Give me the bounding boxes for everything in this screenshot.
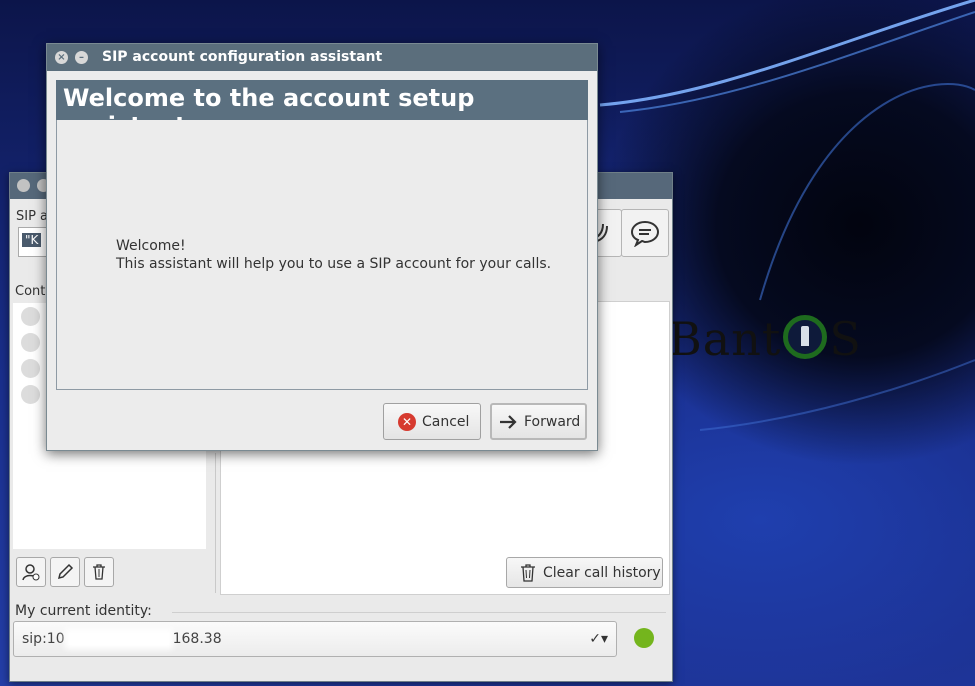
chevron-down-icon: ✓▾: [589, 631, 608, 647]
pencil-icon: [57, 563, 74, 580]
contact-avatar: [21, 359, 40, 378]
welcome-text: Welcome! This assistant will help you to…: [116, 237, 551, 273]
minimize-icon[interactable]: –: [75, 51, 88, 64]
edit-contact-button[interactable]: [50, 557, 80, 587]
assistant-content: Welcome! This assistant will help you to…: [56, 120, 588, 390]
contact-avatar: [21, 333, 40, 352]
identity-value-suffix: 168.38: [172, 631, 222, 647]
forward-button[interactable]: Forward: [490, 403, 587, 440]
welcome-line-2: This assistant will help you to use a SI…: [116, 256, 552, 272]
delete-contact-button[interactable]: [84, 557, 114, 587]
add-contact-button[interactable]: [16, 557, 46, 587]
identity-value-prefix: sip:10: [22, 631, 65, 647]
cancel-button[interactable]: ✕ Cancel: [383, 403, 481, 440]
redacted-area: [68, 633, 169, 645]
sip-account-label: SIP a: [16, 209, 49, 224]
contacts-label: Cont: [15, 284, 46, 299]
contact-avatar: [21, 307, 40, 326]
identity-select[interactable]: sip:10 168.38 ✓▾: [13, 621, 617, 657]
presence-status-icon[interactable]: [634, 628, 654, 648]
assistant-heading: Welcome to the account setup assistant: [56, 80, 588, 140]
sip-field-value: "K: [22, 233, 42, 247]
close-icon[interactable]: ×: [55, 51, 68, 64]
chat-bubble-icon: [630, 220, 660, 247]
bantos-logo: Bant S: [668, 312, 862, 366]
trash-icon: [93, 564, 105, 580]
cancel-label: Cancel: [422, 413, 470, 430]
close-dot-icon[interactable]: [17, 179, 30, 192]
setup-assistant-dialog: × – SIP account configuration assistant …: [46, 43, 598, 451]
clear-call-history-label: Clear call history: [543, 564, 661, 581]
trash-icon: [521, 563, 535, 582]
dialog-titlebar: × – SIP account configuration assistant: [47, 44, 597, 71]
dialog-title: SIP account configuration assistant: [102, 49, 383, 65]
add-contact-icon: [22, 564, 40, 581]
lighthouse-icon: [783, 315, 828, 359]
cancel-icon: ✕: [398, 412, 416, 431]
identity-label: My current identity:: [15, 603, 152, 619]
contact-avatar: [21, 385, 40, 404]
clear-call-history-button[interactable]: Clear call history: [506, 557, 663, 588]
identity-separator: [172, 612, 666, 613]
chat-button[interactable]: [621, 209, 669, 257]
arrow-right-icon: [500, 414, 517, 429]
welcome-line-1: Welcome!: [116, 238, 186, 254]
pane-divider[interactable]: [215, 453, 216, 593]
forward-label: Forward: [524, 413, 581, 430]
